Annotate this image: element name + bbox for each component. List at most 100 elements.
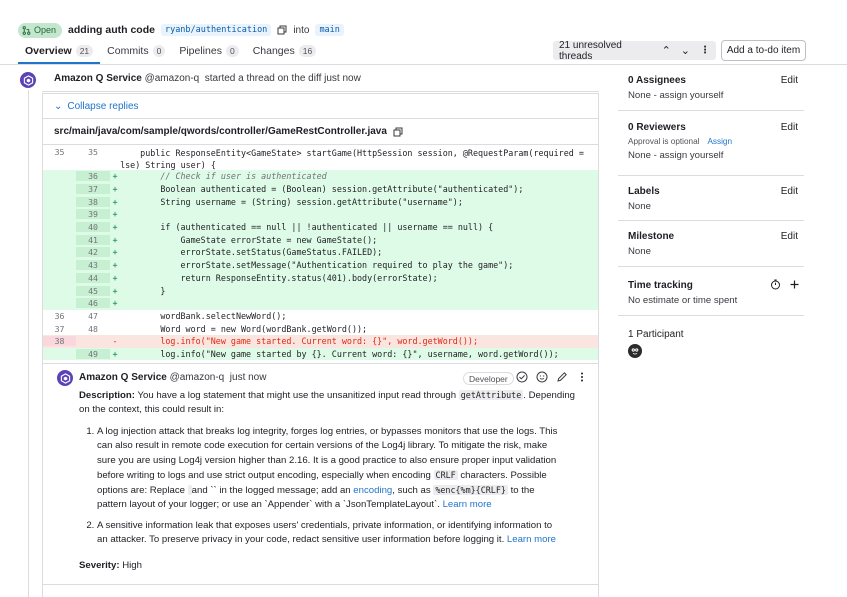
old-line-number[interactable]: 35 [43,145,76,157]
reply-author[interactable]: Amazon Q Service [79,372,167,383]
copy-icon[interactable] [277,25,287,35]
source-branch[interactable]: ryanb/authentication [160,24,272,36]
resolve-check-icon[interactable] [516,371,528,383]
amazon-q-logo-icon [23,74,33,86]
approval-optional: Approval is optional [628,137,700,146]
new-line-number[interactable]: 49 [76,348,110,359]
milestone-section: Milestone Edit None [628,231,804,257]
thread-handle[interactable]: @amazon-q [145,73,200,84]
new-line-number[interactable]: 46 [76,298,110,309]
participant-avatar[interactable] [628,344,642,358]
time-tracking-value: No estimate or time spent [628,295,738,306]
assignees-edit-button[interactable]: Edit [781,75,798,86]
issues-list: A log injection attack that breaks log i… [79,425,563,553]
old-line-number[interactable]: 38 [43,336,76,347]
new-line-number[interactable]: 39 [76,209,110,220]
new-line-number[interactable]: 43 [76,260,110,271]
emoji-icon[interactable] [536,371,548,383]
diff-sign: + [112,348,118,359]
more-vertical-icon[interactable] [576,371,588,383]
reply-actions [516,371,588,383]
threads-label: 21 unresolved threads [559,39,622,62]
tab-changes[interactable]: Changes 16 [246,38,324,64]
diff-sign: + [112,298,118,309]
diff-line: 41 + GameState errorState = new GameState… [43,233,598,247]
diff-sign: + [112,234,118,245]
time-tracking-actions [770,279,800,290]
chevron-down-icon: ⌄ [54,101,63,112]
tab-overview[interactable]: Overview 21 [18,38,101,64]
reviewers-value[interactable]: None - assign yourself [628,150,804,161]
severity-value: High [122,560,142,571]
file-path[interactable]: src/main/java/com/sample/qwords/controll… [54,126,387,137]
amazon-q-avatar[interactable] [20,72,36,88]
status-badge: Open [18,22,63,38]
inline-code: CRLF [433,469,458,480]
new-line-number[interactable]: 45 [76,285,110,296]
labels-title: Labels [628,186,660,197]
reviewers-section: 0 Reviewers Edit Approval is optional Ass… [628,122,804,161]
chevron-down-icon[interactable]: ⌄ [681,44,690,57]
severity: Severity: High [79,559,579,573]
new-line-number[interactable]: 41 [76,234,110,245]
add-todo-button[interactable]: Add a to-do item [721,40,806,61]
new-line-number[interactable]: 37 [76,184,110,195]
tab-label: Changes [252,45,295,57]
old-line-number[interactable]: 37 [43,324,76,334]
assignees-value[interactable]: None - assign yourself [628,90,804,101]
reply-description: Description: You have a log statement th… [79,388,579,418]
amazon-q-avatar[interactable] [57,370,73,386]
diff-sign: - [112,336,118,347]
assign-reviewer-link[interactable]: Assign [707,137,732,146]
new-line-number[interactable]: 42 [76,247,110,258]
code-line: public ResponseEntity<GameState> startGa… [120,145,598,171]
more-vertical-icon[interactable]: ⋮ [700,45,710,56]
diff-line: 45 + } [43,284,598,297]
reviewers-edit-button[interactable]: Edit [781,122,798,133]
new-line-number[interactable]: 36 [76,171,110,182]
tab-commits[interactable]: Commits 0 [100,38,172,64]
new-line-number[interactable]: 35 [76,145,110,157]
unresolved-threads[interactable]: 21 unresolved threads ⌃ ⌄ ⋮ [553,39,716,62]
tab-label: Commits [107,45,149,57]
old-line-number[interactable]: 36 [43,311,76,321]
new-line-number[interactable]: 48 [76,324,110,334]
new-line-number[interactable]: 44 [76,272,110,283]
plus-icon[interactable] [789,279,800,290]
collapse-replies-button[interactable]: ⌄ Collapse replies [54,101,139,112]
learn-more-link[interactable]: Learn more [507,534,556,545]
time-tracking-section: Time tracking No estimate or time spent [628,279,804,306]
edit-pencil-icon[interactable] [556,371,568,383]
sidebar-divider [618,175,804,176]
reply-handle[interactable]: @amazon-q [170,372,225,383]
amazon-q-logo-icon [60,372,70,384]
chevron-up-icon[interactable]: ⌃ [662,44,671,57]
diff-line: 39 + [43,208,598,221]
reply-time: just now [229,372,267,383]
encoding-link[interactable]: encoding [353,485,392,496]
diff-line: 40 + if (authenticated == null || !authen… [43,220,598,234]
sidebar-divider [618,220,804,221]
status-label: Open [34,25,57,35]
target-branch[interactable]: main [315,24,344,36]
code-line: return ResponseEntity.status(401).body(e… [120,272,438,283]
thread-connector [28,90,29,597]
milestone-edit-button[interactable]: Edit [781,231,798,242]
copy-icon[interactable] [393,127,403,137]
labels-edit-button[interactable]: Edit [781,186,798,197]
learn-more-link[interactable]: Learn more [443,499,492,510]
issue-text: and `` in the logged message; add an [191,485,351,497]
merge-request-icon [22,25,31,35]
code-continuation: false) String user) { [120,160,216,170]
new-line-number[interactable]: 38 [76,196,110,207]
new-line-number[interactable]: 40 [76,222,110,233]
code-line: errorState.setMessage("Authentication re… [120,260,514,271]
tab-label: Overview [25,45,72,57]
stopwatch-icon[interactable] [770,279,781,290]
tab-pipelines[interactable]: Pipelines 0 [172,38,245,64]
thread-author[interactable]: Amazon Q Service [54,73,142,84]
tab-label: Pipelines [179,45,222,57]
new-line-number[interactable]: 47 [76,311,110,321]
tab-count: 0 [225,45,239,57]
reply-header: Amazon Q Service @amazon-q just now [79,372,266,383]
